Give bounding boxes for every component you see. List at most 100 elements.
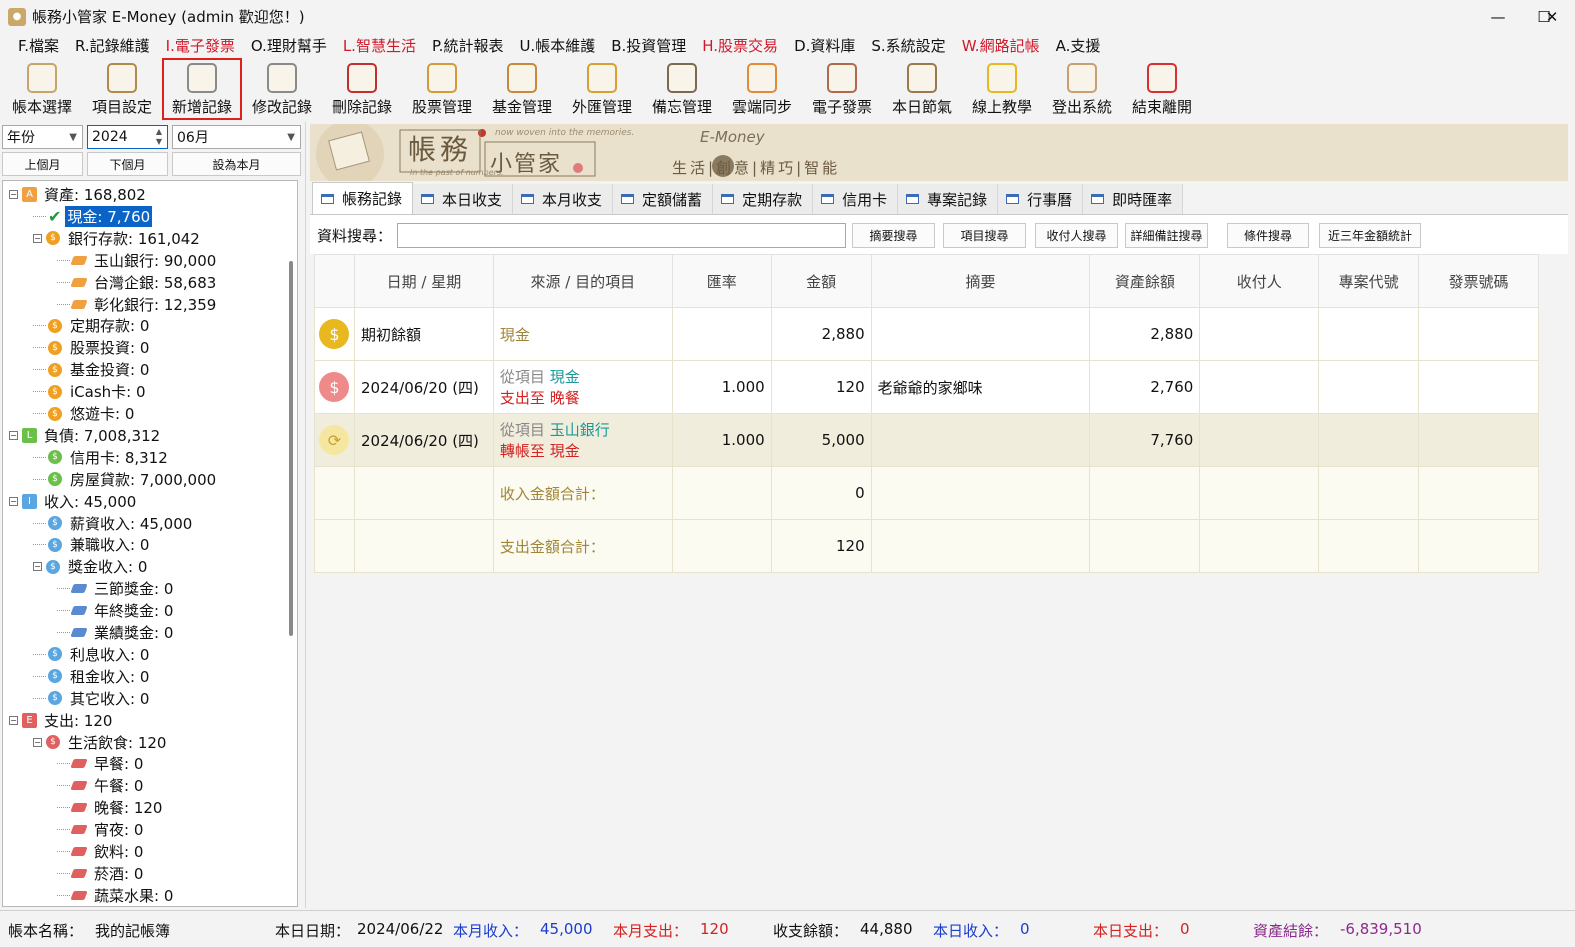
tree-node[interactable]: 台灣企銀: 58,683	[57, 272, 218, 293]
column-header[interactable]: 匯率	[671, 254, 772, 308]
tab[interactable]: 本日收支	[413, 184, 514, 214]
collapse-icon[interactable]: −	[9, 430, 18, 440]
tree-node[interactable]: 午餐: 0	[57, 775, 145, 796]
minimize-button[interactable]: —	[1475, 0, 1521, 33]
toolbar-button[interactable]: 結束離開	[1122, 58, 1202, 120]
collapse-icon[interactable]: −	[9, 715, 18, 725]
spin-arrows-icon[interactable]: ▲ ▼	[156, 127, 162, 147]
menu-item[interactable]: A.支援	[1048, 35, 1109, 56]
tree-node[interactable]: $ 其它收入: 0	[33, 688, 151, 709]
prev-month-button[interactable]: 上個月	[2, 152, 83, 176]
search-button[interactable]: 項目搜尋	[943, 223, 1026, 248]
menu-item[interactable]: F.檔案	[10, 35, 67, 56]
tree-node[interactable]: $ 基金投資: 0	[33, 359, 151, 380]
tree-node[interactable]: − $ 銀行存款: 161,042	[33, 228, 202, 249]
column-header[interactable]: 發票號碼	[1418, 254, 1539, 308]
toolbar-button[interactable]: 備忘管理	[642, 58, 722, 120]
set-current-month-button[interactable]: 設為本月	[172, 152, 301, 176]
collapse-icon[interactable]: −	[33, 562, 42, 572]
tree-node[interactable]: − I 收入: 45,000	[9, 491, 138, 512]
tree-node[interactable]: 蔬菜水果: 0	[57, 885, 175, 906]
column-header[interactable]	[314, 254, 355, 308]
tree-node[interactable]: $ 房屋貸款: 7,000,000	[33, 469, 218, 490]
column-header[interactable]: 資產餘額	[1089, 254, 1201, 308]
tree-node[interactable]: − $ 獎金收入: 0	[33, 556, 149, 577]
tree-node[interactable]: $ 信用卡: 8,312	[33, 447, 170, 468]
column-header[interactable]: 專案代號	[1318, 254, 1420, 308]
menu-item[interactable]: D.資料庫	[786, 35, 863, 56]
collapse-icon[interactable]: −	[9, 190, 18, 199]
table-row[interactable]: $ 期初餘額 現金 2,880 2,880	[314, 307, 1539, 361]
tab[interactable]: 即時匯率	[1083, 184, 1184, 214]
column-header[interactable]: 金額	[770, 254, 872, 308]
toolbar-button[interactable]: 登出系統	[1042, 58, 1122, 120]
tree-node[interactable]: − L 負債: 7,008,312	[9, 425, 162, 446]
tree-node[interactable]: 彰化銀行: 12,359	[57, 294, 218, 315]
column-header[interactable]: 收付人	[1199, 254, 1320, 308]
toolbar-button[interactable]: 刪除記錄	[322, 58, 402, 120]
toolbar-button[interactable]: 修改記錄	[242, 58, 322, 120]
tree-node[interactable]: 晚餐: 120	[57, 797, 164, 818]
tree-node[interactable]: 三節獎金: 0	[57, 578, 175, 599]
menu-item[interactable]: I.電子發票	[158, 35, 243, 56]
toolbar-button[interactable]: 本日節氣	[882, 58, 962, 120]
column-header[interactable]: 來源 / 目的項目	[492, 254, 673, 308]
menu-item[interactable]: P.統計報表	[424, 35, 511, 56]
tree-node[interactable]: 年終獎金: 0	[57, 600, 175, 621]
search-button[interactable]: 詳細備註搜尋	[1125, 223, 1208, 248]
month-select[interactable]: 06月 ▼	[172, 125, 301, 149]
tree-node[interactable]: $ 利息收入: 0	[33, 644, 151, 665]
toolbar-button[interactable]: 股票管理	[402, 58, 482, 120]
menu-item[interactable]: W.網路記帳	[954, 35, 1048, 56]
tab[interactable]: 定期存款	[713, 184, 814, 214]
tab[interactable]: 帳務記錄	[312, 182, 414, 214]
tree-node[interactable]: $ iCash卡: 0	[33, 381, 148, 402]
tree-node[interactable]: $ 悠遊卡: 0	[33, 403, 136, 424]
tab[interactable]: 信用卡	[813, 184, 899, 214]
tree-node[interactable]: − A 資產: 168,802	[9, 184, 148, 205]
period-type-select[interactable]: 年份 ▼	[2, 125, 83, 149]
tab[interactable]: 行事曆	[998, 184, 1084, 214]
search-button[interactable]: 摘要搜尋	[852, 223, 935, 248]
collapse-icon[interactable]: −	[9, 496, 18, 506]
menu-item[interactable]: B.投資管理	[603, 35, 694, 56]
tree-node[interactable]: $ 租金收入: 0	[33, 666, 151, 687]
tab[interactable]: 定額儲蓄	[613, 184, 714, 214]
tree-node[interactable]: 宵夜: 0	[57, 819, 145, 840]
menu-item[interactable]: O.理財幫手	[243, 35, 335, 56]
column-header[interactable]: 摘要	[870, 254, 1091, 308]
next-month-button[interactable]: 下個月	[87, 152, 168, 176]
tree-node[interactable]: 飲料: 0	[57, 841, 145, 862]
search-button[interactable]: 條件搜尋	[1227, 223, 1309, 248]
tree-node[interactable]: $ 定期存款: 0	[33, 315, 151, 336]
table-row[interactable]: $2024/06/20 (四) 從項目 現金 支出至 晚餐 1.000 120 老爺爺的家…	[314, 360, 1539, 414]
toolbar-button[interactable]: 新增記錄	[162, 58, 242, 120]
search-button[interactable]: 收付人搜尋	[1035, 223, 1118, 248]
tree-node[interactable]: $ 股票投資: 0	[33, 337, 151, 358]
collapse-icon[interactable]: −	[33, 233, 42, 243]
toolbar-button[interactable]: 雲端同步	[722, 58, 802, 120]
tree-node[interactable]: $ 兼職收入: 0	[33, 534, 151, 555]
menu-item[interactable]: H.股票交易	[694, 35, 786, 56]
toolbar-button[interactable]: 項目設定	[82, 58, 162, 120]
menu-item[interactable]: S.系統設定	[863, 35, 953, 56]
tree-node[interactable]: 玉山銀行: 90,000	[57, 250, 218, 271]
column-header[interactable]: 日期 / 星期	[353, 254, 494, 308]
tree-node[interactable]: − $ 生活飲食: 120	[33, 732, 168, 753]
tab[interactable]: 本月收支	[513, 184, 614, 214]
search-button[interactable]: 近三年金額統計	[1319, 223, 1421, 248]
tree-node[interactable]: 菸酒: 0	[57, 863, 145, 884]
tree-scrollbar[interactable]	[289, 261, 293, 636]
collapse-icon[interactable]: −	[33, 737, 42, 747]
tab[interactable]: 專案記錄	[898, 184, 999, 214]
toolbar-button[interactable]: 線上教學	[962, 58, 1042, 120]
menu-item[interactable]: L.智慧生活	[335, 35, 424, 56]
tree-node[interactable]: − E 支出: 120	[9, 710, 114, 731]
tree-node[interactable]: $ 薪資收入: 45,000	[33, 513, 194, 534]
close-button[interactable]: ✕	[1529, 0, 1575, 33]
toolbar-button[interactable]: 帳本選擇	[2, 58, 82, 120]
tree-node[interactable]: ✔ 現金: 7,760	[33, 205, 153, 227]
table-row[interactable]: ⟳ 2024/06/20 (四) 從項目 玉山銀行 轉帳至 現金 1.000 5,000 7…	[314, 413, 1539, 467]
toolbar-button[interactable]: 電子發票	[802, 58, 882, 120]
tree-node[interactable]: 早餐: 0	[57, 753, 145, 774]
